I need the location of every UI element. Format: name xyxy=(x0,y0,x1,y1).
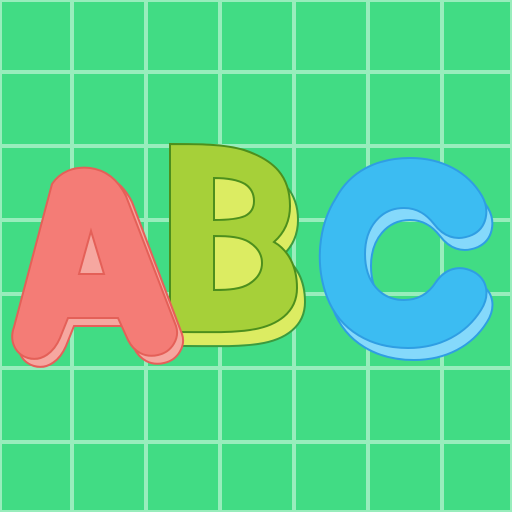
abc-app-icon xyxy=(0,0,512,512)
abc-icon-graphic xyxy=(0,0,512,512)
